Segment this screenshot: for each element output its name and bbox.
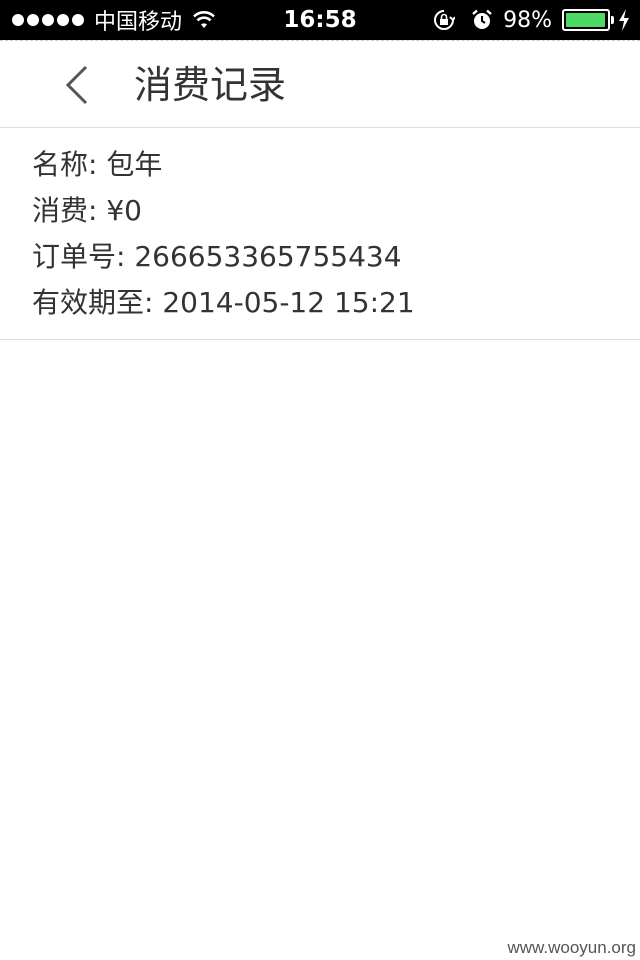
record-name: 名称: 包年 bbox=[32, 148, 163, 181]
battery-percent: 98% bbox=[503, 7, 552, 33]
battery-level bbox=[566, 13, 606, 27]
battery-icon bbox=[562, 9, 614, 31]
status-bar: 中国移动 16:58 98% bbox=[0, 0, 640, 40]
record-expiry: 有效期至: 2014-05-12 15:21 bbox=[32, 286, 415, 319]
chevron-left-icon bbox=[65, 65, 88, 105]
record-order-number: 订单号: 266653365755434 bbox=[32, 240, 402, 273]
rotation-lock-icon bbox=[434, 10, 456, 30]
record-cost: 消费: ¥0 bbox=[32, 194, 142, 227]
page-title: 消费记录 bbox=[134, 63, 287, 107]
alarm-icon bbox=[472, 9, 492, 29]
charging-bolt-icon bbox=[619, 9, 629, 31]
nav-bar: 消费记录 bbox=[0, 40, 640, 128]
watermark: www.wooyun.org bbox=[507, 938, 636, 957]
back-button[interactable] bbox=[50, 59, 102, 111]
consumption-record: 名称: 包年 消费: ¥0 订单号: 266653365755434 有效期至:… bbox=[0, 129, 640, 340]
